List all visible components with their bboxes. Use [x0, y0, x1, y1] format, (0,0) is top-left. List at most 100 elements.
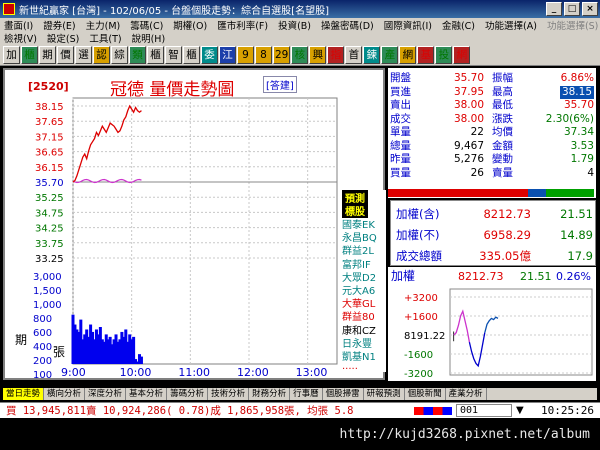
toolbar-button[interactable]: 期: [39, 45, 56, 64]
index-change: 17.9: [567, 249, 593, 263]
toolbar-button[interactable]: 櫃: [147, 45, 164, 64]
toolbar-button[interactable]: 9: [237, 45, 254, 64]
quote-value: 37.95: [453, 85, 484, 98]
toolbar-button[interactable]: 8: [255, 45, 272, 64]
toolbar-button[interactable]: 產: [381, 45, 399, 64]
menu-item[interactable]: 主力(M): [86, 18, 121, 32]
toolbar-button[interactable]: 選: [75, 45, 92, 64]
mini-tick-label: +3200: [404, 293, 438, 304]
analysis-tab[interactable]: 深度分析: [85, 388, 127, 400]
quote-row: 總量 9,467 金額 3.53: [388, 140, 596, 153]
quote-row: 昨量 5,276 變動 1.79: [388, 153, 596, 166]
toolbar-button[interactable]: 指: [327, 45, 345, 64]
analysis-tab[interactable]: 籌碼分析: [167, 388, 209, 400]
toolbar-button[interactable]: 認: [93, 45, 110, 64]
dropdown-arrow-icon[interactable]: ▼: [516, 403, 524, 419]
price-tick-label: 34.75: [35, 208, 64, 219]
mini-tick-label: -1600: [404, 350, 433, 361]
toolbar-button[interactable]: 網: [399, 45, 417, 64]
analysis-tab[interactable]: 行事曆: [290, 388, 323, 400]
analysis-tab[interactable]: 個股新聞: [405, 388, 446, 400]
menu-item[interactable]: 說明(H): [132, 31, 166, 45]
index-value: 8212.73: [483, 207, 531, 221]
mini-left-mark: |: [452, 331, 455, 342]
analysis-tab[interactable]: 個股掃雷: [323, 388, 364, 400]
volume-tick-label: 800: [33, 314, 52, 325]
index-summary-box: 加權(含) 8212.73 21.51 加權(不) 6958.29 14.89 成交總額 33…: [390, 200, 596, 266]
analysis-tab[interactable]: 橫向分析: [44, 388, 86, 400]
menu-item[interactable]: 檢視(V): [4, 31, 37, 45]
toolbar-button[interactable]: 價: [57, 45, 74, 64]
toolbar-button[interactable]: 加: [3, 45, 20, 64]
buy-ratio-segment: [388, 189, 528, 197]
analysis-tab[interactable]: 基本分析: [126, 388, 168, 400]
index-label: 加權(含): [396, 207, 440, 221]
maximize-button[interactable]: □: [564, 2, 580, 16]
volume-tick-label: 400: [33, 342, 52, 353]
close-button[interactable]: ×: [582, 2, 598, 16]
quote-label: 最低: [492, 99, 513, 111]
quote-row: 成交 38.00 漲跌 2.30(6%): [388, 113, 596, 126]
volume-tick-label: 3,000: [33, 272, 62, 283]
minimize-button[interactable]: _: [546, 2, 562, 16]
analysis-tab[interactable]: 研報預測: [364, 388, 405, 400]
analysis-tab[interactable]: 財務分析: [249, 388, 291, 400]
menu-item[interactable]: 國際資訊(I): [384, 18, 432, 32]
mini-chart-value: 8212.73: [458, 270, 504, 283]
menu-item[interactable]: 設定(S): [47, 31, 79, 45]
analysis-tab[interactable]: 技術分析: [208, 388, 250, 400]
price-tick-label: 36.65: [35, 148, 64, 159]
quote-value: 22: [470, 126, 484, 138]
toolbar-button[interactable]: 投: [435, 45, 453, 64]
index-change: 21.51: [560, 207, 593, 221]
quote-value: 35.70: [453, 72, 484, 84]
toolbar-button[interactable]: 鍊: [363, 45, 381, 64]
menu-item[interactable]: 畫面(I): [4, 18, 33, 32]
page-code-input[interactable]: 001: [456, 404, 512, 417]
status-bar: 買 13,945,811賣 10,924,286( 0.78)成 1,865,9…: [0, 402, 600, 418]
toolbar-button[interactable]: 首: [345, 45, 363, 64]
window-controls: _ □ ×: [546, 2, 598, 16]
menu-item[interactable]: 操盤密碼(D): [321, 18, 374, 32]
toolbar-button[interactable]: 類: [129, 45, 146, 64]
toolbar-button[interactable]: 櫃: [21, 45, 38, 64]
chart-note-button[interactable]: [答建]: [263, 76, 297, 93]
time-tick-label: 13:00: [296, 366, 328, 379]
index-value: 6958.29: [483, 228, 531, 242]
toolbar-button[interactable]: 網: [453, 45, 471, 64]
price-tick-label: 33.75: [35, 239, 64, 250]
analysis-tab[interactable]: 當日走勢: [3, 388, 45, 400]
plot-area: [72, 97, 338, 365]
menu-item[interactable]: 金融(C): [442, 18, 475, 32]
quote-value: 3.53: [570, 139, 594, 152]
sell-ratio-segment: [546, 189, 594, 197]
toolbar-button[interactable]: 江: [219, 45, 236, 64]
menu-item[interactable]: 期權(O): [173, 18, 207, 32]
toolbar-button[interactable]: 基: [417, 45, 435, 64]
menu-item[interactable]: 工具(T): [89, 31, 121, 45]
mini-chart-percent: 0.26%: [556, 270, 591, 283]
menu-item[interactable]: 投資(B): [278, 18, 311, 32]
toolbar-button[interactable]: 興: [309, 45, 327, 64]
toolbar-button[interactable]: 智: [165, 45, 182, 64]
menu-item[interactable]: 功能選擇(A): [485, 18, 537, 32]
volume-side-label: 張: [53, 345, 65, 359]
broker-tag[interactable]: .....: [342, 361, 358, 372]
toolbar-button[interactable]: 綜: [111, 45, 128, 64]
menu-item[interactable]: 匯市利率(F): [217, 18, 268, 32]
menu-item[interactable]: 籌碼(C): [130, 18, 163, 32]
toolbar-button[interactable]: 櫃: [183, 45, 200, 64]
menu-item[interactable]: 功能選擇(S): [547, 18, 598, 32]
price-tick-label: 35.70: [35, 178, 64, 189]
quote-label: 賣出: [390, 99, 411, 111]
toolbar-button[interactable]: 29: [273, 45, 291, 64]
menu-item[interactable]: 證券(E): [43, 18, 75, 32]
price-tick-label: 36.15: [35, 163, 64, 174]
time-tick-label: 11:00: [178, 366, 210, 379]
quote-label: 均價: [492, 126, 513, 138]
quote-label: 成交: [390, 112, 411, 125]
analysis-tab[interactable]: 產業分析: [446, 388, 487, 400]
price-tick-label: 35.25: [35, 193, 64, 204]
toolbar-button[interactable]: 核: [291, 45, 309, 64]
toolbar-button[interactable]: 委: [201, 45, 218, 64]
